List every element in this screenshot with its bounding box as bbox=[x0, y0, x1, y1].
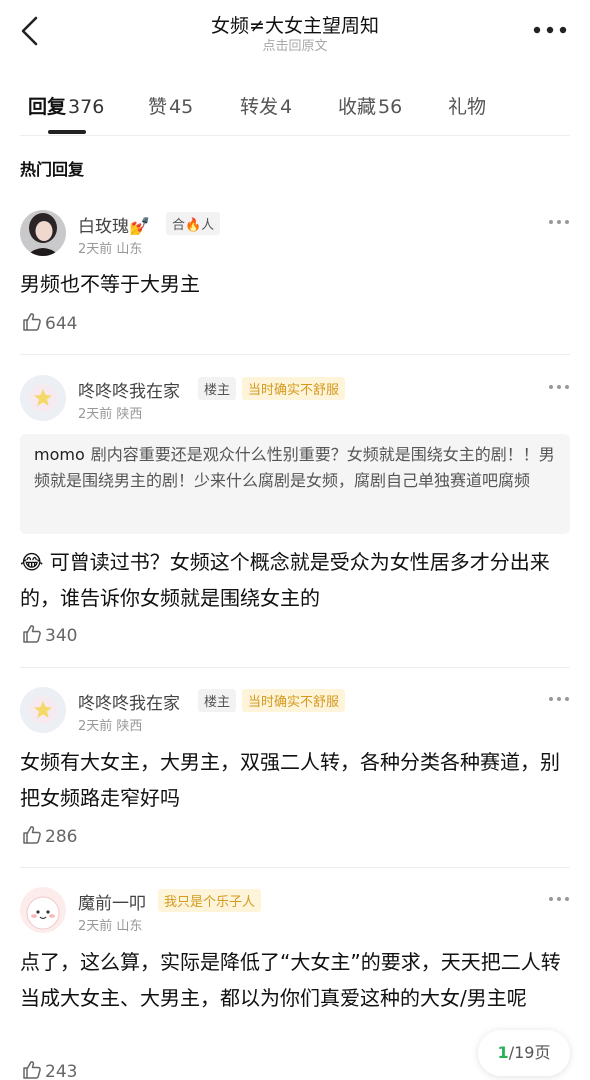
comment-time: 2天前 bbox=[78, 919, 113, 934]
username[interactable]: 魔前一叩 bbox=[78, 889, 146, 914]
tab-label: 礼物 bbox=[448, 96, 487, 118]
comment-text: 点了，这么算，实际是降低了“大女主”的要求，天天把二人转当成大女主、大男主，都以… bbox=[20, 950, 561, 1010]
tab-favorites[interactable]: 收藏 56 bbox=[338, 92, 402, 119]
like-count: 340 bbox=[45, 626, 78, 646]
divider bbox=[20, 667, 570, 668]
divider bbox=[20, 867, 570, 868]
tab-reposts[interactable]: 转发 4 bbox=[240, 92, 292, 119]
avatar[interactable] bbox=[20, 887, 66, 933]
tab-replies[interactable]: 回复 376 bbox=[28, 92, 104, 119]
like-count: 644 bbox=[45, 314, 78, 334]
divider bbox=[20, 135, 570, 136]
username[interactable]: 咚咚咚我在家 bbox=[78, 689, 180, 714]
comment-time: 2天前 bbox=[78, 719, 113, 734]
tab-label: 转发 bbox=[240, 96, 279, 118]
tab-count: 376 bbox=[68, 96, 105, 118]
avatar[interactable] bbox=[20, 210, 66, 256]
tab-label: 收藏 bbox=[338, 96, 377, 118]
tab-gifts[interactable]: 礼物 bbox=[448, 92, 486, 119]
tab-count: 56 bbox=[378, 96, 403, 118]
quoted-text: 剧内容重要还是观众什么性别重要？女频就是围绕女主的剧！！男频就是围绕男主的剧！少… bbox=[34, 445, 555, 490]
username[interactable]: 白玫瑰💅 bbox=[78, 212, 150, 237]
dots-icon[interactable] bbox=[548, 383, 570, 391]
more-icon[interactable] bbox=[532, 22, 568, 38]
comment-time: 2天前 bbox=[78, 407, 113, 422]
comment-meta: 2天前 陕西 bbox=[78, 715, 142, 734]
comment-location: 山东 bbox=[116, 919, 143, 934]
dots-icon[interactable] bbox=[548, 695, 570, 703]
like-button[interactable]: 243 bbox=[22, 1060, 77, 1080]
dots-icon[interactable] bbox=[548, 895, 570, 903]
top-bar: 女频≠大女主望周知 点击回原文 bbox=[0, 0, 590, 68]
quoted-comment[interactable]: momo 剧内容重要还是观众什么性别重要？女频就是围绕女主的剧！！男频就是围绕男主… bbox=[20, 434, 570, 534]
tab-likes[interactable]: 赞 45 bbox=[148, 92, 193, 119]
active-tab-indicator bbox=[48, 130, 86, 134]
username[interactable]: 咚咚咚我在家 bbox=[78, 377, 180, 402]
section-title: 热门回复 bbox=[20, 160, 85, 179]
user-badge: 我只是个乐子人 bbox=[158, 889, 262, 912]
tab-count: 4 bbox=[280, 96, 293, 118]
like-button[interactable]: 644 bbox=[22, 312, 77, 334]
comment-meta: 2天前 陕西 bbox=[78, 403, 142, 422]
tab-bar: 回复 376 赞 45 转发 4 收藏 56 礼物 bbox=[0, 82, 590, 136]
user-badge: 当时确实不舒服 bbox=[242, 689, 346, 712]
like-button[interactable]: 340 bbox=[22, 624, 77, 646]
comment-location: 陕西 bbox=[116, 407, 143, 422]
op-badge: 楼主 bbox=[198, 689, 237, 712]
comment-location: 山东 bbox=[116, 242, 143, 257]
page-title[interactable]: 女频≠大女主望周知 bbox=[0, 11, 590, 38]
thumbs-up-icon bbox=[23, 1061, 41, 1079]
avatar-star-icon bbox=[20, 687, 66, 733]
quoted-username: momo bbox=[34, 445, 85, 464]
thumbs-up-icon bbox=[23, 313, 41, 331]
avatar[interactable] bbox=[20, 375, 66, 421]
tab-label: 赞 bbox=[148, 96, 168, 118]
tab-label: 回复 bbox=[28, 96, 67, 118]
thumbs-up-icon bbox=[23, 625, 41, 643]
comment-text: 女频有大女主，大男主，双强二人转，各种分类各种赛道，别把女频路走窄好吗 bbox=[20, 750, 560, 810]
user-badge: 合🔥人 bbox=[166, 212, 221, 235]
page-indicator[interactable]: 1/19页 bbox=[478, 1030, 570, 1076]
comment-meta: 2天前 山东 bbox=[78, 915, 142, 934]
comment-location: 陕西 bbox=[116, 719, 143, 734]
like-count: 286 bbox=[45, 827, 78, 847]
comment-time: 2天前 bbox=[78, 242, 113, 257]
dots-icon[interactable] bbox=[548, 218, 570, 226]
thumbs-up-icon bbox=[23, 826, 41, 844]
like-count: 243 bbox=[45, 1062, 78, 1080]
comment-meta: 2天前 山东 bbox=[78, 238, 142, 257]
current-page: 1 bbox=[497, 1043, 509, 1062]
op-badge: 楼主 bbox=[198, 377, 237, 400]
tab-count: 45 bbox=[169, 96, 194, 118]
comment-text: 😂 可曾读过书？女频这个概念就是受众为女性居多才分出来的，谁告诉你女频就是围绕女… bbox=[20, 550, 550, 610]
divider bbox=[20, 354, 570, 355]
like-button[interactable]: 286 bbox=[22, 825, 77, 847]
user-badge: 当时确实不舒服 bbox=[242, 377, 346, 400]
back-to-original-link[interactable]: 点击回原文 bbox=[0, 35, 590, 54]
comment-text: 男频也不等于大男主 bbox=[20, 272, 200, 296]
total-pages: /19页 bbox=[508, 1043, 551, 1062]
avatar[interactable] bbox=[20, 687, 66, 733]
avatar-star-icon bbox=[20, 375, 66, 421]
